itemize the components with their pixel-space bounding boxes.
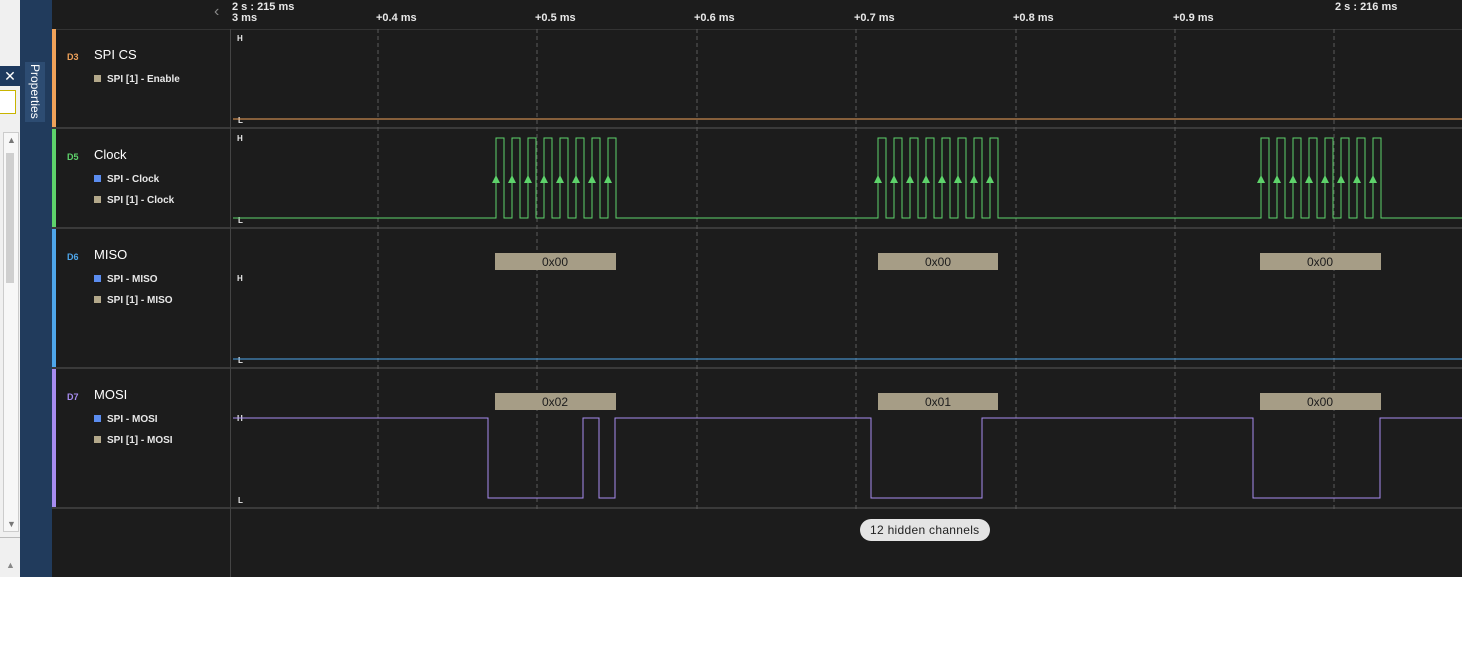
scrollbar-thumb[interactable] — [6, 153, 14, 283]
rising-edge-arrow-icon — [1337, 175, 1345, 183]
rising-edge-arrow-icon — [1353, 175, 1361, 183]
rising-edge-arrow-icon — [890, 175, 898, 183]
rising-edge-arrow-icon — [1257, 175, 1265, 183]
miso-frame-value: 0x00 — [925, 255, 951, 269]
level-low-label: L — [238, 216, 243, 225]
side-tab-strip: Properties — [20, 0, 52, 577]
mosi-decoded-frames: 0x02 0x01 0x00 — [495, 393, 1381, 410]
scroll-up-icon[interactable]: ▲ — [6, 560, 15, 570]
rising-edge-arrow-icon — [970, 175, 978, 183]
scroll-up-icon[interactable]: ▲ — [7, 135, 16, 145]
rising-edge-arrow-icon — [1273, 175, 1281, 183]
level-high-label: H — [237, 134, 243, 143]
level-markers: H L H L H L H L — [237, 34, 243, 505]
rising-edge-arrow-icon — [604, 175, 612, 183]
mosi-frame-value: 0x00 — [1307, 395, 1333, 409]
close-icon[interactable]: ✕ — [0, 66, 20, 86]
divider — [0, 537, 20, 538]
level-low-label: L — [238, 356, 243, 365]
rising-edge-arrow-icon — [954, 175, 962, 183]
miso-frame-value: 0x00 — [1307, 255, 1333, 269]
rising-edge-arrow-icon — [1289, 175, 1297, 183]
scroll-down-icon[interactable]: ▼ — [7, 519, 16, 529]
mosi-signal-trace[interactable] — [233, 417, 1462, 499]
miso-decoded-frames: 0x00 0x00 0x00 — [495, 253, 1381, 270]
left-panel: ✕ ▲ ▼ ▲ — [0, 0, 20, 577]
rising-edge-arrow-icon — [906, 175, 914, 183]
level-high-label: H — [237, 34, 243, 43]
waveform-canvas[interactable]: H L H L H L H L 0x00 0x00 0x00 0x02 0x01… — [52, 0, 1462, 577]
rising-edge-arrow-icon — [556, 175, 564, 183]
rising-edge-arrow-icon — [922, 175, 930, 183]
level-high-label: H — [237, 274, 243, 283]
rising-edge-arrow-icon — [508, 175, 516, 183]
input-field-edge[interactable] — [0, 90, 16, 114]
rising-edge-arrow-icon — [588, 175, 596, 183]
rising-edge-arrow-icon — [1305, 175, 1313, 183]
rising-edge-arrow-icon — [1321, 175, 1329, 183]
rising-edge-arrow-icon — [492, 175, 500, 183]
level-low-label: L — [238, 116, 243, 125]
rising-edge-arrow-icon — [938, 175, 946, 183]
miso-frame-value: 0x00 — [542, 255, 568, 269]
rising-edge-arrow-icon — [1369, 175, 1377, 183]
rising-edge-arrow-icon — [874, 175, 882, 183]
rising-edge-arrow-icon — [986, 175, 994, 183]
rising-edge-arrow-icon — [540, 175, 548, 183]
mosi-frame-value: 0x01 — [925, 395, 951, 409]
mosi-frame-value: 0x02 — [542, 395, 568, 409]
properties-tab-label[interactable]: Properties — [28, 64, 42, 119]
level-low-label: L — [238, 496, 243, 505]
rising-edge-arrow-icon — [524, 175, 532, 183]
vertical-scrollbar[interactable]: ▲ ▼ — [3, 132, 19, 532]
rising-edge-arrow-icon — [572, 175, 580, 183]
